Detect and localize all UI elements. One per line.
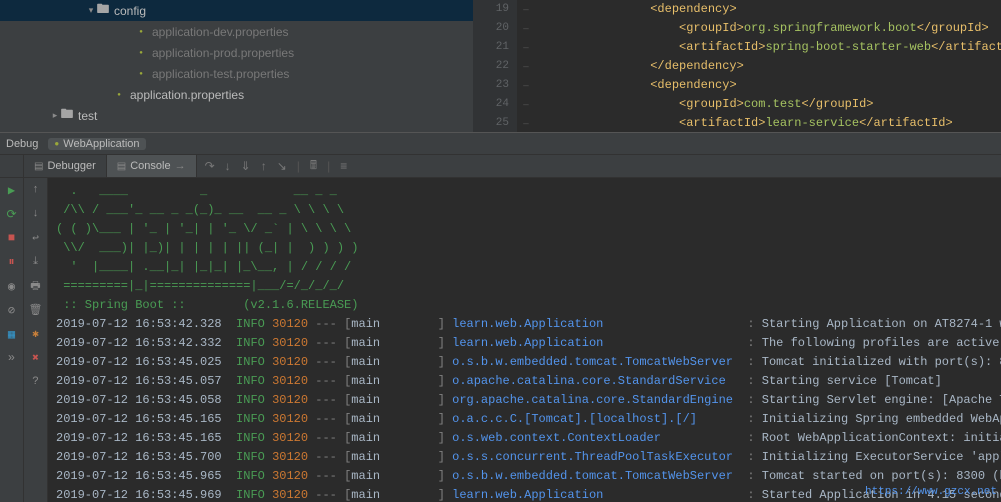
- more-icon[interactable]: »: [4, 350, 20, 366]
- evaluate-icon[interactable]: 🖩: [310, 156, 317, 177]
- help-icon[interactable]: ?: [28, 374, 44, 390]
- debug-bar: Debug WebApplication: [0, 132, 1001, 154]
- project-tree[interactable]: ▾ config application-dev.properties appli…: [0, 0, 473, 132]
- close-icon[interactable]: ✖: [28, 350, 44, 366]
- breakpoints-icon[interactable]: ◉: [4, 278, 20, 294]
- filter-icon[interactable]: ✱: [28, 326, 44, 342]
- tree-folder-test[interactable]: ▸ test: [0, 105, 473, 126]
- step-into-icon[interactable]: ↓: [225, 159, 231, 173]
- step-over-icon[interactable]: ↷: [205, 159, 215, 173]
- rerun-icon[interactable]: ▶: [4, 182, 20, 198]
- chevron-right-icon: ▸: [50, 110, 60, 121]
- tab-gutter-spacer: [0, 155, 24, 177]
- debug-label[interactable]: Debug: [0, 138, 44, 150]
- down-icon[interactable]: ↓: [28, 206, 44, 222]
- tree-label: application-test.properties: [152, 67, 289, 81]
- clear-icon[interactable]: 🗑: [28, 302, 44, 318]
- tab-debugger[interactable]: Debugger: [24, 155, 107, 177]
- run-config-name: WebApplication: [63, 138, 139, 150]
- settings-icon[interactable]: ≡: [340, 159, 347, 173]
- tree-label: application-prod.properties: [152, 46, 294, 60]
- tree-file[interactable]: application-dev.properties: [0, 21, 473, 42]
- tree-folder-config[interactable]: ▾ config: [0, 0, 473, 21]
- properties-icon: [112, 88, 126, 102]
- up-icon[interactable]: ↑: [28, 182, 44, 198]
- folder-icon: [96, 4, 110, 18]
- scroll-end-icon[interactable]: ⤓: [28, 254, 44, 270]
- tree-file[interactable]: application-test.properties: [0, 63, 473, 84]
- tree-label: config: [114, 4, 146, 18]
- pin-icon: →: [175, 160, 186, 172]
- code-lines: <dependency> <groupId>org.springframewor…: [535, 0, 1001, 132]
- run-config-pill[interactable]: WebApplication: [48, 138, 145, 150]
- soft-wrap-icon[interactable]: ↩: [28, 230, 44, 246]
- gutter-marks: ———————: [517, 0, 535, 132]
- print-icon[interactable]: 🖶: [28, 278, 44, 294]
- tree-file-application-properties[interactable]: application.properties: [0, 84, 473, 105]
- resume-icon[interactable]: ⟳: [4, 206, 20, 222]
- separator: |: [297, 159, 300, 173]
- tree-label: application.properties: [130, 88, 244, 102]
- folder-icon: [60, 109, 74, 123]
- force-step-into-icon[interactable]: ⇓: [241, 159, 251, 173]
- tab-label: Console: [130, 160, 170, 172]
- code-editor[interactable]: 19202122232425 ——————— <dependency> <gro…: [473, 0, 1001, 132]
- tree-label: application-dev.properties: [152, 25, 289, 39]
- properties-icon: [134, 46, 148, 60]
- separator: |: [327, 159, 330, 173]
- console-output[interactable]: . ____ _ __ _ _ /\\ / ___'_ __ _ _(_)_ _…: [48, 178, 1001, 502]
- chevron-down-icon: ▾: [86, 5, 96, 16]
- tab-label: Debugger: [47, 160, 95, 172]
- debug-left-rail: ▶ ⟳ ■ ⏸ ◉ ⊘ ▦ »: [0, 178, 24, 502]
- layout-icon[interactable]: ▦: [4, 326, 20, 342]
- tree-file[interactable]: application-prod.properties: [0, 42, 473, 63]
- tree-label: test: [78, 109, 97, 123]
- watermark-url: https://www.gzcx.net: [865, 486, 997, 498]
- line-number-gutter: 19202122232425: [473, 0, 517, 132]
- console-rail: ↑ ↓ ↩ ⤓ 🖶 🗑 ✱ ✖ ?: [24, 178, 48, 502]
- tab-console[interactable]: Console →: [107, 155, 197, 177]
- debug-toolbar: ↷ ↓ ⇓ ↑ ↘ | 🖩 | ≡: [197, 155, 348, 177]
- pause-icon[interactable]: ⏸: [4, 254, 20, 270]
- stop-icon[interactable]: ■: [4, 230, 20, 246]
- run-to-cursor-icon[interactable]: ↘: [277, 159, 287, 173]
- debug-tab-bar: Debugger Console → ↷ ↓ ⇓ ↑ ↘ | 🖩 | ≡: [0, 154, 1001, 178]
- properties-icon: [134, 67, 148, 81]
- mute-bp-icon[interactable]: ⊘: [4, 302, 20, 318]
- step-out-icon[interactable]: ↑: [261, 159, 267, 173]
- properties-icon: [134, 25, 148, 39]
